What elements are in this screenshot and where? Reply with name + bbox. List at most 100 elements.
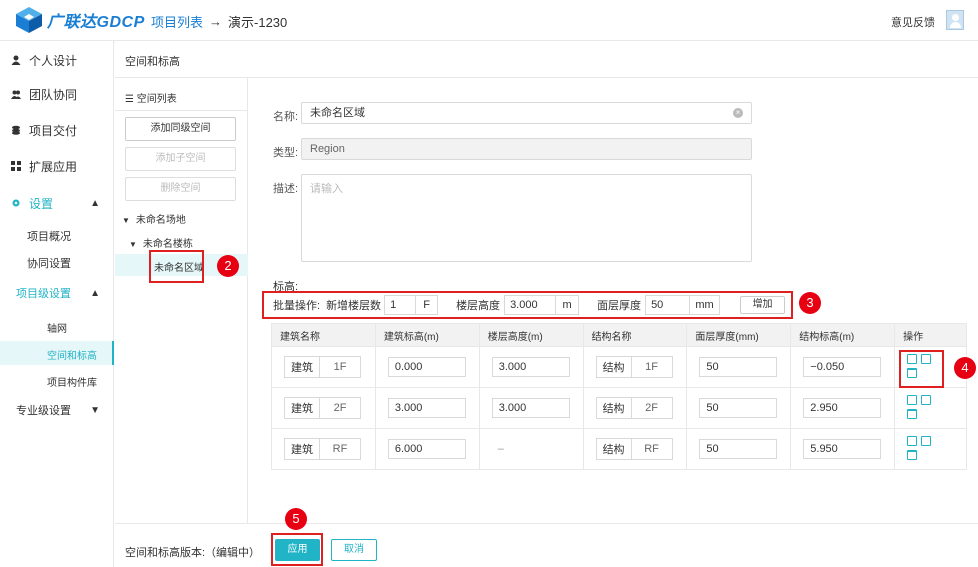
floor-height-cell-input[interactable]: 3.000 xyxy=(491,357,570,377)
tree-node-building[interactable]: ▼ 未命名楼栋 xyxy=(129,235,193,250)
structure-floor: 2F xyxy=(645,402,658,414)
sidebar-item-extensions[interactable]: 扩展应用 xyxy=(0,155,114,177)
floor-height-cell-input[interactable]: 3.000 xyxy=(491,398,570,418)
structure-elevation-input[interactable]: −0.050 xyxy=(803,357,882,377)
building-elevation-input[interactable]: 6.000 xyxy=(387,439,466,459)
description-textarea[interactable]: 请输入 xyxy=(301,174,752,262)
sidebar-item-label: 项目级设置 xyxy=(16,288,71,300)
building-name-select[interactable]: 建筑 1F xyxy=(284,356,361,378)
name-input[interactable]: 未命名区域 × xyxy=(301,102,752,124)
building-name-select[interactable]: 建筑 2F xyxy=(284,397,361,419)
sidebar-item-delivery[interactable]: 项目交付 xyxy=(0,119,114,141)
building-name-select[interactable]: 建筑 RF xyxy=(284,438,361,460)
building-floor: 1F xyxy=(333,361,347,373)
sidebar-item-axis-grid[interactable]: 轴网 xyxy=(47,320,67,335)
delete-space-button[interactable]: 删除空间 xyxy=(125,177,236,201)
structure-name-select[interactable]: 结构 RF xyxy=(595,438,673,460)
building-elevation-input[interactable]: 3.000 xyxy=(387,398,466,418)
table-header-row: 建筑名称 建筑标高(m) 楼层高度(m) 结构名称 面层厚度(mm) 结构标高(… xyxy=(271,323,967,347)
avatar[interactable] xyxy=(946,10,964,30)
structure-elevation-input[interactable]: 5.950 xyxy=(803,439,882,459)
logo-brand: GDCP xyxy=(96,14,145,31)
divider xyxy=(115,110,248,111)
name-label: 名称: xyxy=(273,111,299,123)
sidebar-item-space-elevation[interactable]: 空间和标高 xyxy=(47,347,97,362)
sidebar-item-label: 设置 xyxy=(29,196,54,211)
building-type: 建筑 xyxy=(285,398,320,418)
trash-icon[interactable] xyxy=(907,409,918,419)
step-marker-3: 3 xyxy=(799,292,821,314)
trash-icon[interactable] xyxy=(907,450,918,460)
page-header: 空间和标高 xyxy=(115,41,978,78)
highlight-box-tree-node xyxy=(149,250,204,283)
column-header: 结构名称 xyxy=(582,323,688,347)
add-child-space-button[interactable]: 添加子空间 xyxy=(125,147,236,171)
type-field: Region xyxy=(301,138,752,160)
structure-name-select[interactable]: 结构 1F xyxy=(595,356,673,378)
space-list-heading: ☰ 空间列表 xyxy=(125,90,177,105)
clear-icon[interactable]: × xyxy=(733,108,743,118)
structure-elevation-input[interactable]: 2.950 xyxy=(803,398,882,418)
row-actions xyxy=(907,394,947,422)
feedback-link[interactable]: 意见反馈 xyxy=(891,14,935,30)
structure-floor: RF xyxy=(644,443,659,455)
logo[interactable]: 广联达GDCP xyxy=(14,6,145,34)
sidebar-item-component-library[interactable]: 项目构件库 xyxy=(47,374,97,389)
cancel-button[interactable]: 取消 xyxy=(331,539,377,561)
column-header: 建筑名称 xyxy=(271,323,376,347)
sidebar-item-collab-settings[interactable]: 协同设置 xyxy=(27,255,71,271)
team-icon xyxy=(11,90,21,99)
insert-above-icon[interactable] xyxy=(907,436,918,446)
surface-thickness-cell-input[interactable]: 50 xyxy=(699,357,778,377)
top-bar: 广联达GDCP 项目列表 → 演示-1230 意见反馈 xyxy=(0,0,978,41)
sidebar-item-project-overview[interactable]: 项目概况 xyxy=(27,228,71,244)
space-list-title: 空间列表 xyxy=(136,94,177,105)
tree-node-label: 未命名楼栋 xyxy=(142,239,193,250)
chevron-down-icon: ▼ xyxy=(90,404,100,416)
version-status-label: 空间和标高版本:（编辑中） xyxy=(125,547,261,559)
add-sibling-space-button[interactable]: 添加同级空间 xyxy=(125,117,236,141)
insert-above-icon[interactable] xyxy=(907,395,918,405)
table-row: 建筑 1F 0.000 3.000 结构 1F 50 −0.050 xyxy=(271,346,967,388)
structure-floor: 1F xyxy=(645,361,658,373)
surface-thickness-cell-input[interactable]: 50 xyxy=(699,398,778,418)
building-elevation-input[interactable]: 0.000 xyxy=(387,357,466,377)
highlight-box-apply xyxy=(271,533,323,566)
footer-bar: 空间和标高版本:（编辑中） 应用 取消 xyxy=(115,523,978,567)
type-label: 类型: xyxy=(273,147,299,159)
sidebar: 个人设计 团队协同 项目交付 扩展应用 设置 ▲ 项目概况 协同设置 项目级设置… xyxy=(0,41,114,567)
breadcrumb-project-list[interactable]: 项目列表 xyxy=(151,12,203,31)
building-floor: 2F xyxy=(333,402,347,414)
highlight-box-row-actions xyxy=(899,350,944,388)
insert-below-icon[interactable] xyxy=(921,436,932,446)
step-marker-4: 4 xyxy=(954,357,976,379)
sidebar-item-team[interactable]: 团队协同 xyxy=(0,83,114,105)
floor-height-empty: – xyxy=(497,443,504,455)
name-value: 未命名区域 xyxy=(310,107,365,119)
breadcrumb: 项目列表 → 演示-1230 xyxy=(151,12,287,31)
structure-type: 结构 xyxy=(597,398,632,418)
column-header: 操作 xyxy=(894,323,967,347)
highlight-box-batch-row xyxy=(262,291,793,319)
caret-down-icon: ▼ xyxy=(129,240,137,249)
structure-type: 结构 xyxy=(597,357,632,377)
sidebar-item-discipline-settings[interactable]: 专业级设置 ▼ xyxy=(0,399,114,421)
sidebar-item-label: 扩展应用 xyxy=(29,159,78,174)
tree-node-site[interactable]: ▼ 未命名场地 xyxy=(122,211,186,226)
building-type: 建筑 xyxy=(285,357,320,377)
elevation-table: 建筑名称 建筑标高(m) 楼层高度(m) 结构名称 面层厚度(mm) 结构标高(… xyxy=(271,323,967,470)
row-actions xyxy=(907,435,947,463)
gear-icon xyxy=(12,199,20,207)
column-header: 面层厚度(mm) xyxy=(686,323,792,347)
column-header: 楼层高度(m) xyxy=(478,323,584,347)
structure-name-select[interactable]: 结构 2F xyxy=(595,397,673,419)
tree-node-label: 未命名场地 xyxy=(135,215,186,226)
insert-below-icon[interactable] xyxy=(921,395,932,405)
structure-type: 结构 xyxy=(597,439,632,459)
sidebar-item-project-level-settings[interactable]: 项目级设置 ▲ xyxy=(0,282,114,304)
sidebar-item-settings[interactable]: 设置 ▲ xyxy=(0,192,114,214)
surface-thickness-cell-input[interactable]: 50 xyxy=(699,439,778,459)
arrow-right-icon: → xyxy=(209,14,223,29)
sidebar-item-personal[interactable]: 个人设计 xyxy=(0,49,114,71)
description-label: 描述: xyxy=(273,183,299,195)
